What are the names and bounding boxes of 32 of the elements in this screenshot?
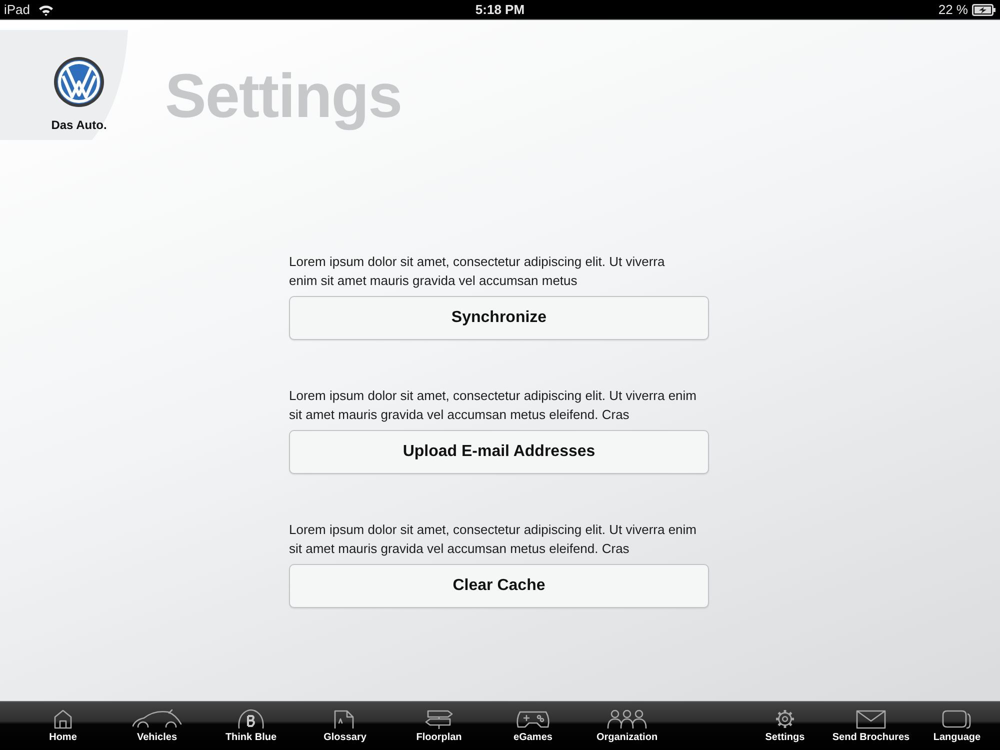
bubble-icon (237, 709, 265, 729)
speech-bubbles-icon (942, 709, 972, 729)
description-text: Lorem ipsum dolor sit amet, consectetur adipiscing elit. Ut viverra enim sit amet mauris gravida vel accumsan metus eleifend. Cras (289, 387, 698, 424)
tab-bar-item[interactable]: Vehicles (110, 702, 204, 750)
tab-bar-item[interactable]: Organization (580, 702, 674, 750)
battery-charging-icon (972, 4, 996, 16)
brand-tagline: Das Auto. (51, 117, 107, 134)
emblem-logo-icon (54, 57, 104, 107)
action-button[interactable]: Clear Cache (289, 564, 709, 608)
description-text: Lorem ipsum dolor sit amet, consectetur adipiscing elit. Ut viverra enim sit amet mauris gravida vel accumsan metus eleifend. Cras (289, 521, 698, 558)
house-icon (53, 709, 73, 729)
tab-bar-item[interactable]: Think Blue (204, 702, 298, 750)
tab-bar-item[interactable]: Floorplan (392, 702, 486, 750)
action-button[interactable]: Upload E-mail Addresses (289, 430, 709, 474)
tab-bar-item[interactable]: Settings (742, 702, 828, 750)
gear-icon (774, 709, 796, 729)
action-button[interactable]: Synchronize (289, 296, 709, 340)
tab-bar-item[interactable]: eGames (486, 702, 580, 750)
tab-bar-item[interactable]: Language (914, 702, 1000, 750)
description-text: Lorem ipsum dolor sit amet, consectetur adipiscing elit. Ut viverra enim sit amet mauris gravida vel accumsan metus (289, 253, 666, 290)
gamepad-icon (515, 709, 551, 729)
clock-time: 5:18 PM (475, 1, 525, 19)
tab-bar-item[interactable]: Send Brochures (828, 702, 914, 750)
people-icon (607, 709, 647, 729)
battery-percentage: 22 % (938, 1, 968, 19)
wifi-icon (38, 4, 54, 16)
car-icon (132, 709, 182, 729)
envelope-icon (856, 709, 886, 729)
device-name: iPad (4, 1, 30, 19)
tab-bar-item[interactable]: Glossary (298, 702, 392, 750)
signpost-icon (423, 709, 455, 729)
tab-bar-item[interactable]: Home (16, 702, 110, 750)
